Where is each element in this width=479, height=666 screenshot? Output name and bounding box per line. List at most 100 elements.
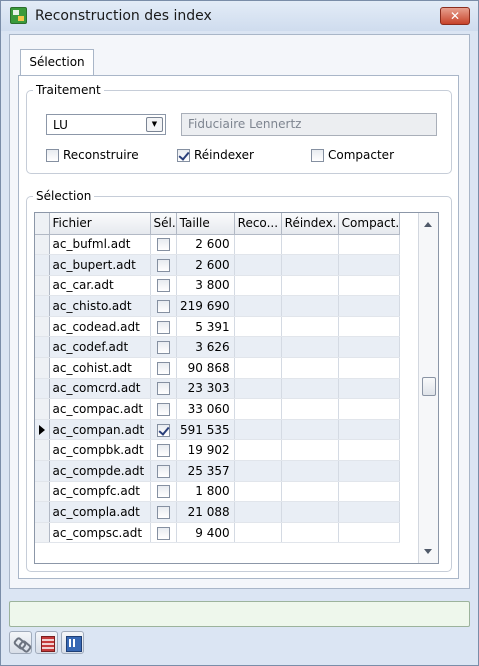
table-row[interactable]: ac_compfc.adt 1 800 bbox=[35, 481, 401, 503]
row-indicator[interactable] bbox=[35, 357, 50, 379]
row-select-checkbox[interactable] bbox=[156, 300, 170, 314]
column-header-taille[interactable]: Taille bbox=[176, 213, 235, 235]
reconstruire-checkbox[interactable] bbox=[46, 148, 59, 162]
column-header-reindex[interactable]: Réindex. bbox=[281, 213, 339, 235]
cell-sel[interactable] bbox=[150, 275, 177, 297]
cell-sel[interactable] bbox=[150, 460, 177, 482]
row-select-checkbox[interactable] bbox=[156, 279, 170, 293]
grid-icon[interactable] bbox=[61, 631, 84, 654]
table-row[interactable]: ac_car.adt 3 800 bbox=[35, 275, 401, 297]
row-select-checkbox[interactable] bbox=[156, 464, 170, 478]
reconstruire-option[interactable]: Reconstruire bbox=[46, 148, 139, 162]
cell-sel[interactable] bbox=[150, 378, 177, 400]
row-indicator[interactable] bbox=[35, 501, 50, 523]
row-select-checkbox[interactable] bbox=[156, 361, 170, 375]
row-select-checkbox[interactable] bbox=[156, 423, 170, 437]
row-select-checkbox[interactable] bbox=[156, 238, 170, 252]
column-header-compact[interactable]: Compact. bbox=[338, 213, 401, 235]
cell-sel[interactable] bbox=[150, 336, 177, 359]
database-icon[interactable] bbox=[35, 631, 58, 654]
cell-fichier[interactable]: ac_compbk.adt bbox=[49, 439, 151, 462]
chevron-down-icon[interactable]: ▼ bbox=[146, 117, 163, 132]
column-header-reconstruire[interactable]: Reco... bbox=[234, 213, 282, 235]
cell-sel[interactable] bbox=[150, 234, 177, 256]
cell-fichier[interactable]: ac_compac.adt bbox=[49, 398, 151, 420]
row-select-checkbox[interactable] bbox=[156, 506, 170, 520]
cell-sel[interactable] bbox=[150, 481, 177, 503]
cell-sel[interactable] bbox=[150, 419, 177, 441]
row-select-checkbox[interactable] bbox=[156, 526, 170, 540]
row-indicator[interactable] bbox=[35, 316, 50, 338]
cell-sel[interactable] bbox=[150, 357, 177, 379]
table-row[interactable]: ac_compbk.adt 19 902 bbox=[35, 439, 401, 462]
row-indicator[interactable] bbox=[35, 336, 50, 359]
table-row[interactable]: ac_codead.adt 5 391 bbox=[35, 316, 401, 338]
cell-fichier[interactable]: ac_compla.adt bbox=[49, 501, 151, 523]
cell-fichier[interactable]: ac_compfc.adt bbox=[49, 481, 151, 503]
row-indicator[interactable] bbox=[35, 275, 50, 297]
cell-fichier[interactable]: ac_comcrd.adt bbox=[49, 378, 151, 400]
row-indicator[interactable] bbox=[35, 234, 50, 256]
grid-vertical-scrollbar[interactable] bbox=[418, 213, 438, 563]
compacter-checkbox[interactable] bbox=[311, 148, 324, 162]
cell-fichier[interactable]: ac_bupert.adt bbox=[49, 254, 151, 276]
cell-sel[interactable] bbox=[150, 254, 177, 276]
row-indicator[interactable] bbox=[35, 439, 50, 462]
table-row[interactable]: ac_bufml.adt 2 600 bbox=[35, 234, 401, 256]
scroll-up-icon[interactable] bbox=[424, 222, 432, 227]
row-indicator[interactable] bbox=[35, 481, 50, 503]
reindexer-option[interactable]: Réindexer bbox=[177, 148, 254, 162]
row-indicator[interactable] bbox=[35, 254, 50, 276]
row-select-checkbox[interactable] bbox=[156, 320, 170, 334]
table-row[interactable]: ac_compla.adt 21 088 bbox=[35, 501, 401, 523]
cell-fichier[interactable]: ac_compsc.adt bbox=[49, 522, 151, 544]
scroll-down-icon[interactable] bbox=[424, 549, 432, 554]
row-select-checkbox[interactable] bbox=[156, 403, 170, 417]
cell-sel[interactable] bbox=[150, 522, 177, 544]
column-header-sel[interactable]: Sél. bbox=[150, 213, 177, 235]
cell-sel[interactable] bbox=[150, 439, 177, 462]
row-select-checkbox[interactable] bbox=[156, 382, 170, 396]
cell-fichier[interactable]: ac_codead.adt bbox=[49, 316, 151, 338]
row-select-checkbox[interactable] bbox=[156, 444, 170, 458]
reindexer-checkbox[interactable] bbox=[177, 148, 190, 162]
dossier-combobox[interactable]: LU ▼ bbox=[46, 114, 166, 135]
cell-fichier[interactable]: ac_codef.adt bbox=[49, 336, 151, 359]
cell-fichier[interactable]: ac_bufml.adt bbox=[49, 234, 151, 256]
table-row[interactable]: ac_cohist.adt 90 868 bbox=[35, 357, 401, 379]
table-row[interactable]: ac_codef.adt 3 626 bbox=[35, 336, 401, 359]
cell-fichier[interactable]: ac_compde.adt bbox=[49, 460, 151, 482]
table-row[interactable]: ac_bupert.adt 2 600 bbox=[35, 254, 401, 276]
row-indicator[interactable] bbox=[35, 460, 50, 482]
table-row[interactable]: ac_compac.adt 33 060 bbox=[35, 398, 401, 420]
link-icon[interactable] bbox=[9, 631, 32, 654]
cell-fichier[interactable]: ac_cohist.adt bbox=[49, 357, 151, 379]
current-row-indicator-icon[interactable] bbox=[35, 419, 50, 441]
table-row[interactable]: ac_comcrd.adt 23 303 bbox=[35, 378, 401, 400]
close-button[interactable]: ✕ bbox=[440, 7, 470, 25]
row-indicator[interactable] bbox=[35, 378, 50, 400]
row-indicator[interactable] bbox=[35, 398, 50, 420]
cell-fichier[interactable]: ac_car.adt bbox=[49, 275, 151, 297]
compacter-option[interactable]: Compacter bbox=[311, 148, 394, 162]
row-indicator[interactable] bbox=[35, 295, 50, 317]
cell-fichier[interactable]: ac_chisto.adt bbox=[49, 295, 151, 317]
tab-selection[interactable]: Sélection bbox=[20, 49, 94, 76]
column-header-fichier[interactable]: Fichier bbox=[49, 213, 151, 235]
cell-sel[interactable] bbox=[150, 316, 177, 338]
row-select-checkbox[interactable] bbox=[156, 341, 170, 355]
title-bar[interactable]: Reconstruction des index ✕ bbox=[1, 1, 478, 31]
row-indicator[interactable] bbox=[35, 522, 50, 544]
row-select-checkbox[interactable] bbox=[156, 485, 170, 499]
row-select-checkbox[interactable] bbox=[156, 258, 170, 272]
table-row[interactable]: ac_compsc.adt 9 400 bbox=[35, 522, 401, 544]
table-row[interactable]: ac_compan.adt 591 535 bbox=[35, 419, 401, 441]
files-grid[interactable]: Fichier Sél. Taille Reco... Réindex. Com… bbox=[34, 212, 439, 564]
cell-fichier[interactable]: ac_compan.adt bbox=[49, 419, 151, 441]
table-row[interactable]: ac_compde.adt 25 357 bbox=[35, 460, 401, 482]
scroll-thumb[interactable] bbox=[422, 377, 436, 396]
cell-sel[interactable] bbox=[150, 295, 177, 317]
cell-sel[interactable] bbox=[150, 501, 177, 523]
table-row[interactable]: ac_chisto.adt 219 690 bbox=[35, 295, 401, 317]
cell-sel[interactable] bbox=[150, 398, 177, 420]
